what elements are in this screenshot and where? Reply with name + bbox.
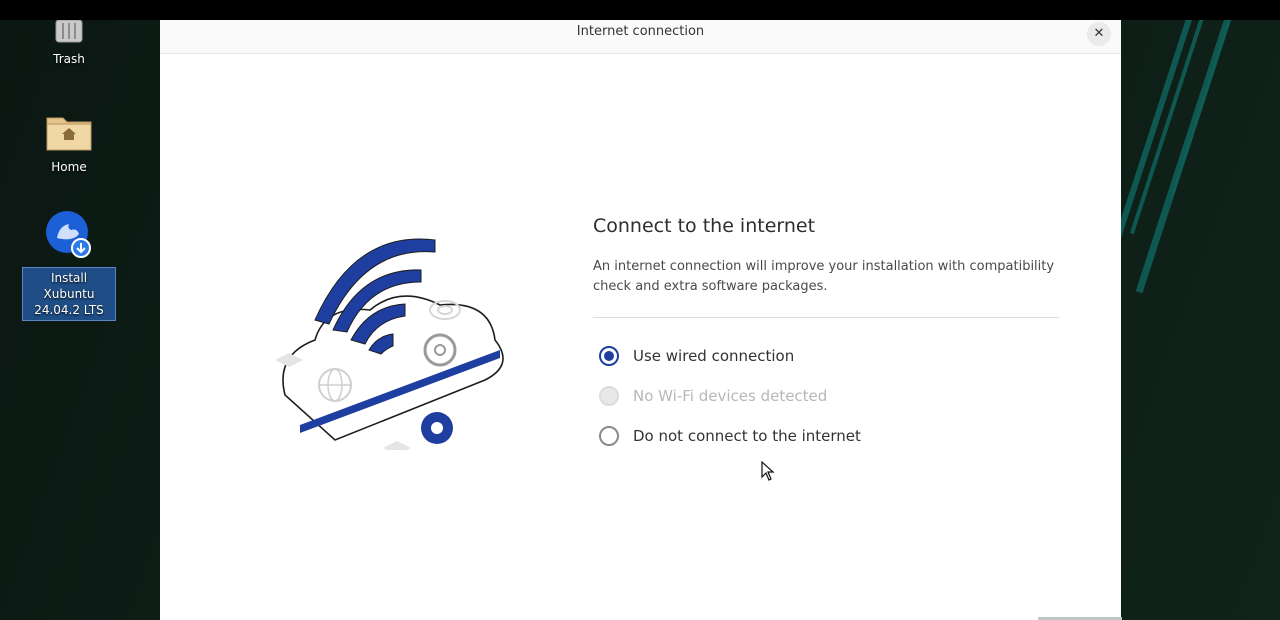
trash-label: Trash <box>53 52 85 66</box>
mouse-pointer-icon <box>761 461 775 481</box>
radio-wired[interactable] <box>599 346 619 366</box>
window-title: Internet connection <box>576 24 705 39</box>
option-no-connection-label: Do not connect to the internet <box>633 427 861 445</box>
trash-icon <box>55 19 83 43</box>
divider <box>593 317 1059 318</box>
option-wired-label: Use wired connection <box>633 347 795 365</box>
option-wifi: No Wi-Fi devices detected <box>593 376 1059 416</box>
desktop-icon-install-xubuntu[interactable]: Install Xubuntu 24.04.2 LTS <box>21 210 117 321</box>
home-label: Home <box>51 160 87 174</box>
home-folder-icon <box>46 117 92 151</box>
install-xubuntu-label: Install Xubuntu 24.04.2 LTS <box>22 267 116 321</box>
window-titlebar: Internet connection ✕ <box>160 20 1121 54</box>
page-heading: Connect to the internet <box>593 215 816 237</box>
radio-wifi <box>599 386 619 406</box>
desktop-icon-home[interactable]: Home <box>21 110 117 175</box>
content-panel: Connect to the internet An internet conn… <box>593 215 1059 456</box>
option-wifi-label: No Wi-Fi devices detected <box>633 387 828 405</box>
connection-options: Use wired connection No Wi-Fi devices de… <box>593 336 1059 456</box>
desktop-icon-trash[interactable]: Trash <box>21 19 117 67</box>
top-black-strip <box>0 0 1280 20</box>
option-no-connection[interactable]: Do not connect to the internet <box>593 416 1059 456</box>
page-description: An internet connection will improve your… <box>593 259 1055 294</box>
installer-icon <box>46 211 91 258</box>
internet-illustration <box>275 238 504 450</box>
close-icon: ✕ <box>1093 26 1105 41</box>
radio-no-connection[interactable] <box>599 426 619 446</box>
close-button[interactable]: ✕ <box>1087 22 1111 46</box>
option-wired[interactable]: Use wired connection <box>593 336 1059 376</box>
installer-window: Internet connection ✕ Connect to the int… <box>160 20 1121 620</box>
